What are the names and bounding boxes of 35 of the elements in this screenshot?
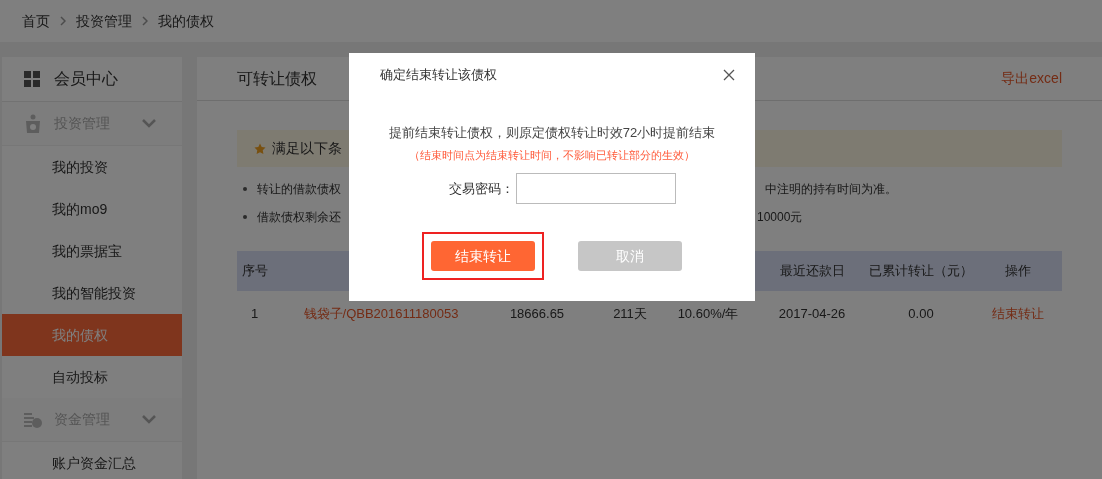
rule-text: 10000元 [757,209,803,226]
loan-link[interactable]: 钱袋子/QBB201611180053 [303,306,459,322]
dialog-message: 提前结束转让债权，则原定债权转让时效72小时提前结束 [388,124,716,142]
chevron-right-icon [60,16,66,26]
sidebar-header: 会员中心 [54,69,118,89]
export-link[interactable]: 导出excel [1001,68,1062,89]
rule-text: 中注明的持有时间为准。 [765,181,897,198]
ledger-coin-icon [24,410,42,429]
money-bag-icon [24,113,42,134]
table-cell: 0.00 [908,306,934,322]
table-cell: 2017-04-26 [778,306,846,322]
breadcrumb-link[interactable]: 投资管理 [76,10,132,32]
rule-text: 转让的借款债权 [257,181,341,198]
column-header: 操作 [1004,263,1031,279]
star-icon [254,142,266,155]
chevron-right-icon [142,16,148,26]
column-header: 序号 [242,263,268,279]
panel-title: 可转让债权 [237,68,317,89]
table-cell: 211天 [613,306,647,322]
table-cell: 10.60%/年 [677,306,739,322]
password-field[interactable] [515,173,676,204]
dialog-title: 确定结束转让该债权 [380,66,497,85]
grid-icon [24,71,40,87]
end-transfer-link[interactable]: 结束转让 [991,306,1044,322]
column-header: 已累计转让（元） [869,263,973,279]
close-icon[interactable] [723,69,735,81]
table-cell: 1 [251,306,259,322]
password-label: 交易密码： [448,179,514,198]
column-header: 最近还款日 [779,263,845,279]
breadcrumb-link[interactable]: 首页 [22,10,50,32]
table-cell: 18666.65 [509,306,565,322]
notice-text: 满足以下条 [272,139,342,158]
dialog-note: （结束时间点为结束转让时间，不影响已转让部分的生效） [409,147,695,163]
confirm-button[interactable]: 结束转让 [430,241,535,271]
rule-text: 借款债权剩余还 [257,209,341,226]
